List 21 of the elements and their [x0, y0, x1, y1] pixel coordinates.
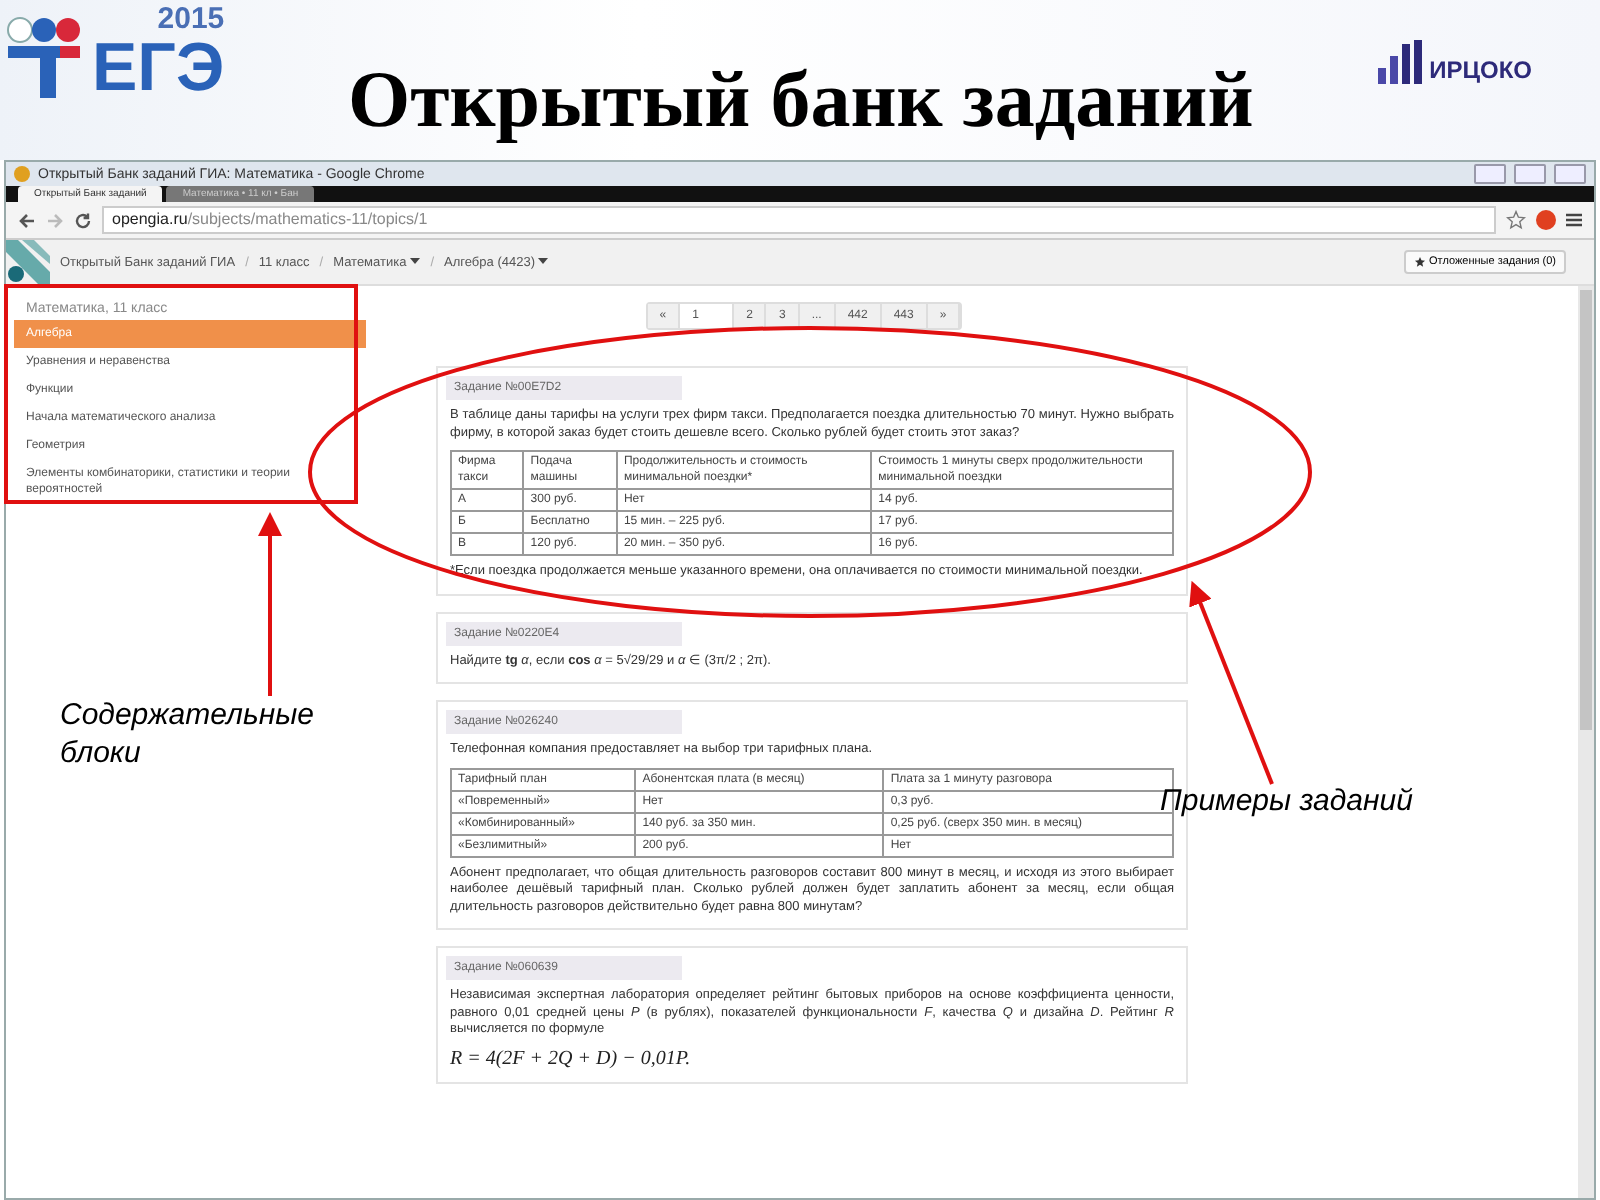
minimize-button[interactable]: [1474, 164, 1506, 184]
people-logo-icon: [4, 14, 84, 102]
partner-logo-text: ИРЦОКО: [1429, 56, 1532, 84]
back-icon[interactable]: [18, 211, 36, 229]
slide-title: Открытый банк заданий: [347, 56, 1254, 144]
address-field[interactable]: opengia.ru/subjects/mathematics-11/topics/1: [102, 206, 1496, 234]
logo-year: 2015: [157, 4, 225, 34]
reload-icon[interactable]: [74, 211, 92, 229]
formula: R = 4(2F + 2Q + D) − 0,01P.: [448, 1047, 693, 1069]
maximize-button[interactable]: [1514, 164, 1546, 184]
close-button[interactable]: [1554, 164, 1586, 184]
scrollbar[interactable]: [1578, 286, 1594, 1198]
star-icon[interactable]: [1506, 210, 1526, 230]
menu-icon[interactable]: [1566, 212, 1582, 228]
logo-text: ЕГЭ: [92, 34, 225, 102]
caret-icon: [538, 258, 549, 266]
caret-icon: [410, 258, 421, 266]
site-logo-icon[interactable]: [6, 240, 50, 284]
star-icon: [1413, 256, 1426, 268]
bars-logo-icon: [1377, 40, 1426, 84]
annotation-label: Содержательные блоки: [60, 696, 316, 772]
